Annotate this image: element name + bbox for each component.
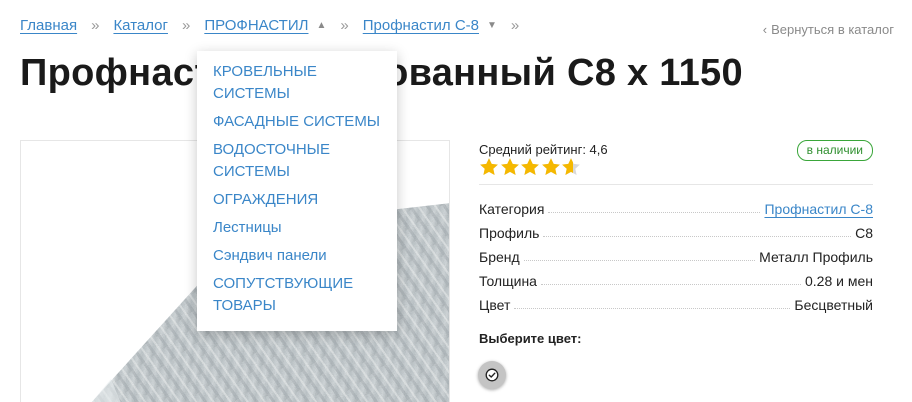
property-name: Цвет	[479, 297, 511, 313]
stock-status-badge: в наличии	[796, 140, 873, 161]
check-circle-icon	[485, 368, 499, 382]
breadcrumb-catalog[interactable]: Каталог	[113, 17, 168, 34]
breadcrumb-separator: »	[91, 17, 100, 34]
property-value: 0.28 и мен	[805, 273, 873, 289]
breadcrumb-separator: »	[181, 17, 191, 34]
breadcrumb-profnastil-c8[interactable]: Профнастил С-8	[363, 17, 479, 34]
star-icon	[562, 158, 580, 175]
dotted-leader	[540, 284, 801, 285]
property-row: Толщина 0.28 и мен	[479, 265, 873, 289]
property-row: Категория Профнастил С-8	[479, 193, 873, 217]
menu-item-sandwich-panels[interactable]: Сэндвич панели	[213, 245, 385, 267]
star-icon	[541, 158, 560, 175]
star-icon	[480, 158, 498, 175]
menu-item-fences[interactable]: ОГРАЖДЕНИЯ	[213, 189, 385, 211]
category-dropdown-menu: КРОВЕЛЬНЫЕ СИСТЕМЫ ФАСАДНЫЕ СИСТЕМЫ ВОДО…	[197, 51, 397, 331]
star-icon	[500, 158, 519, 175]
property-value: Бесцветный	[794, 297, 873, 313]
breadcrumb-home[interactable]: Главная	[20, 17, 77, 34]
menu-item-drainage[interactable]: ВОДОСТОЧНЫЕ СИСТЕМЫ	[213, 139, 385, 183]
chevron-left-icon: ‹	[762, 22, 768, 37]
rating-stars[interactable]	[479, 157, 582, 177]
menu-item-facade[interactable]: ФАСАДНЫЕ СИСТЕМЫ	[213, 111, 385, 133]
property-value: С8	[855, 225, 873, 241]
rating-label: Средний рейтинг: 4,6	[479, 142, 608, 157]
menu-item-stairs[interactable]: Лестницы	[213, 217, 385, 239]
rating-section: Средний рейтинг: 4,6 в наличии	[479, 138, 873, 184]
menu-item-roofing[interactable]: КРОВЕЛЬНЫЕ СИСТЕМЫ	[213, 61, 385, 105]
property-row: Профиль С8	[479, 217, 873, 241]
product-page: Главная » Каталог » ПРОФНАСТИЛ ▲ » Профн…	[0, 0, 912, 402]
color-swatch-colorless[interactable]	[478, 361, 506, 389]
property-row: Бренд Металл Профиль	[479, 241, 873, 265]
property-name: Категория	[479, 201, 545, 217]
product-info: Средний рейтинг: 4,6 в наличии Категория…	[478, 138, 873, 389]
menu-item-related-goods[interactable]: СОПУТСТВУЮЩИЕ ТОВАРЫ	[213, 273, 385, 317]
choose-color-label: Выберите цвет:	[479, 331, 582, 346]
dotted-leader	[523, 260, 756, 261]
caret-up-icon[interactable]: ▲	[316, 20, 326, 31]
star-icon	[521, 158, 539, 175]
property-name: Толщина	[479, 273, 537, 289]
dotted-leader	[543, 236, 852, 237]
dotted-leader	[514, 308, 791, 309]
caret-down-icon[interactable]: ▼	[487, 20, 497, 31]
property-value: Металл Профиль	[759, 249, 873, 265]
property-name: Профиль	[479, 225, 540, 241]
breadcrumb-separator: »	[340, 17, 349, 34]
back-to-catalog-label: Вернуться в каталог	[771, 22, 894, 37]
category-link[interactable]: Профнастил С-8	[764, 201, 873, 217]
back-to-catalog-link[interactable]: ‹ Вернуться в каталог	[763, 22, 894, 37]
divider	[479, 184, 873, 185]
breadcrumb: Главная » Каталог » ПРОФНАСТИЛ ▲ » Профн…	[20, 17, 533, 34]
breadcrumb-profnastil[interactable]: ПРОФНАСТИЛ	[204, 17, 308, 34]
dotted-leader	[548, 212, 761, 213]
property-row: Цвет Бесцветный	[479, 289, 873, 313]
breadcrumb-separator: »	[510, 17, 520, 34]
properties-list: Категория Профнастил С-8 Профиль С8 Брен…	[479, 193, 873, 313]
property-name: Бренд	[479, 249, 520, 265]
